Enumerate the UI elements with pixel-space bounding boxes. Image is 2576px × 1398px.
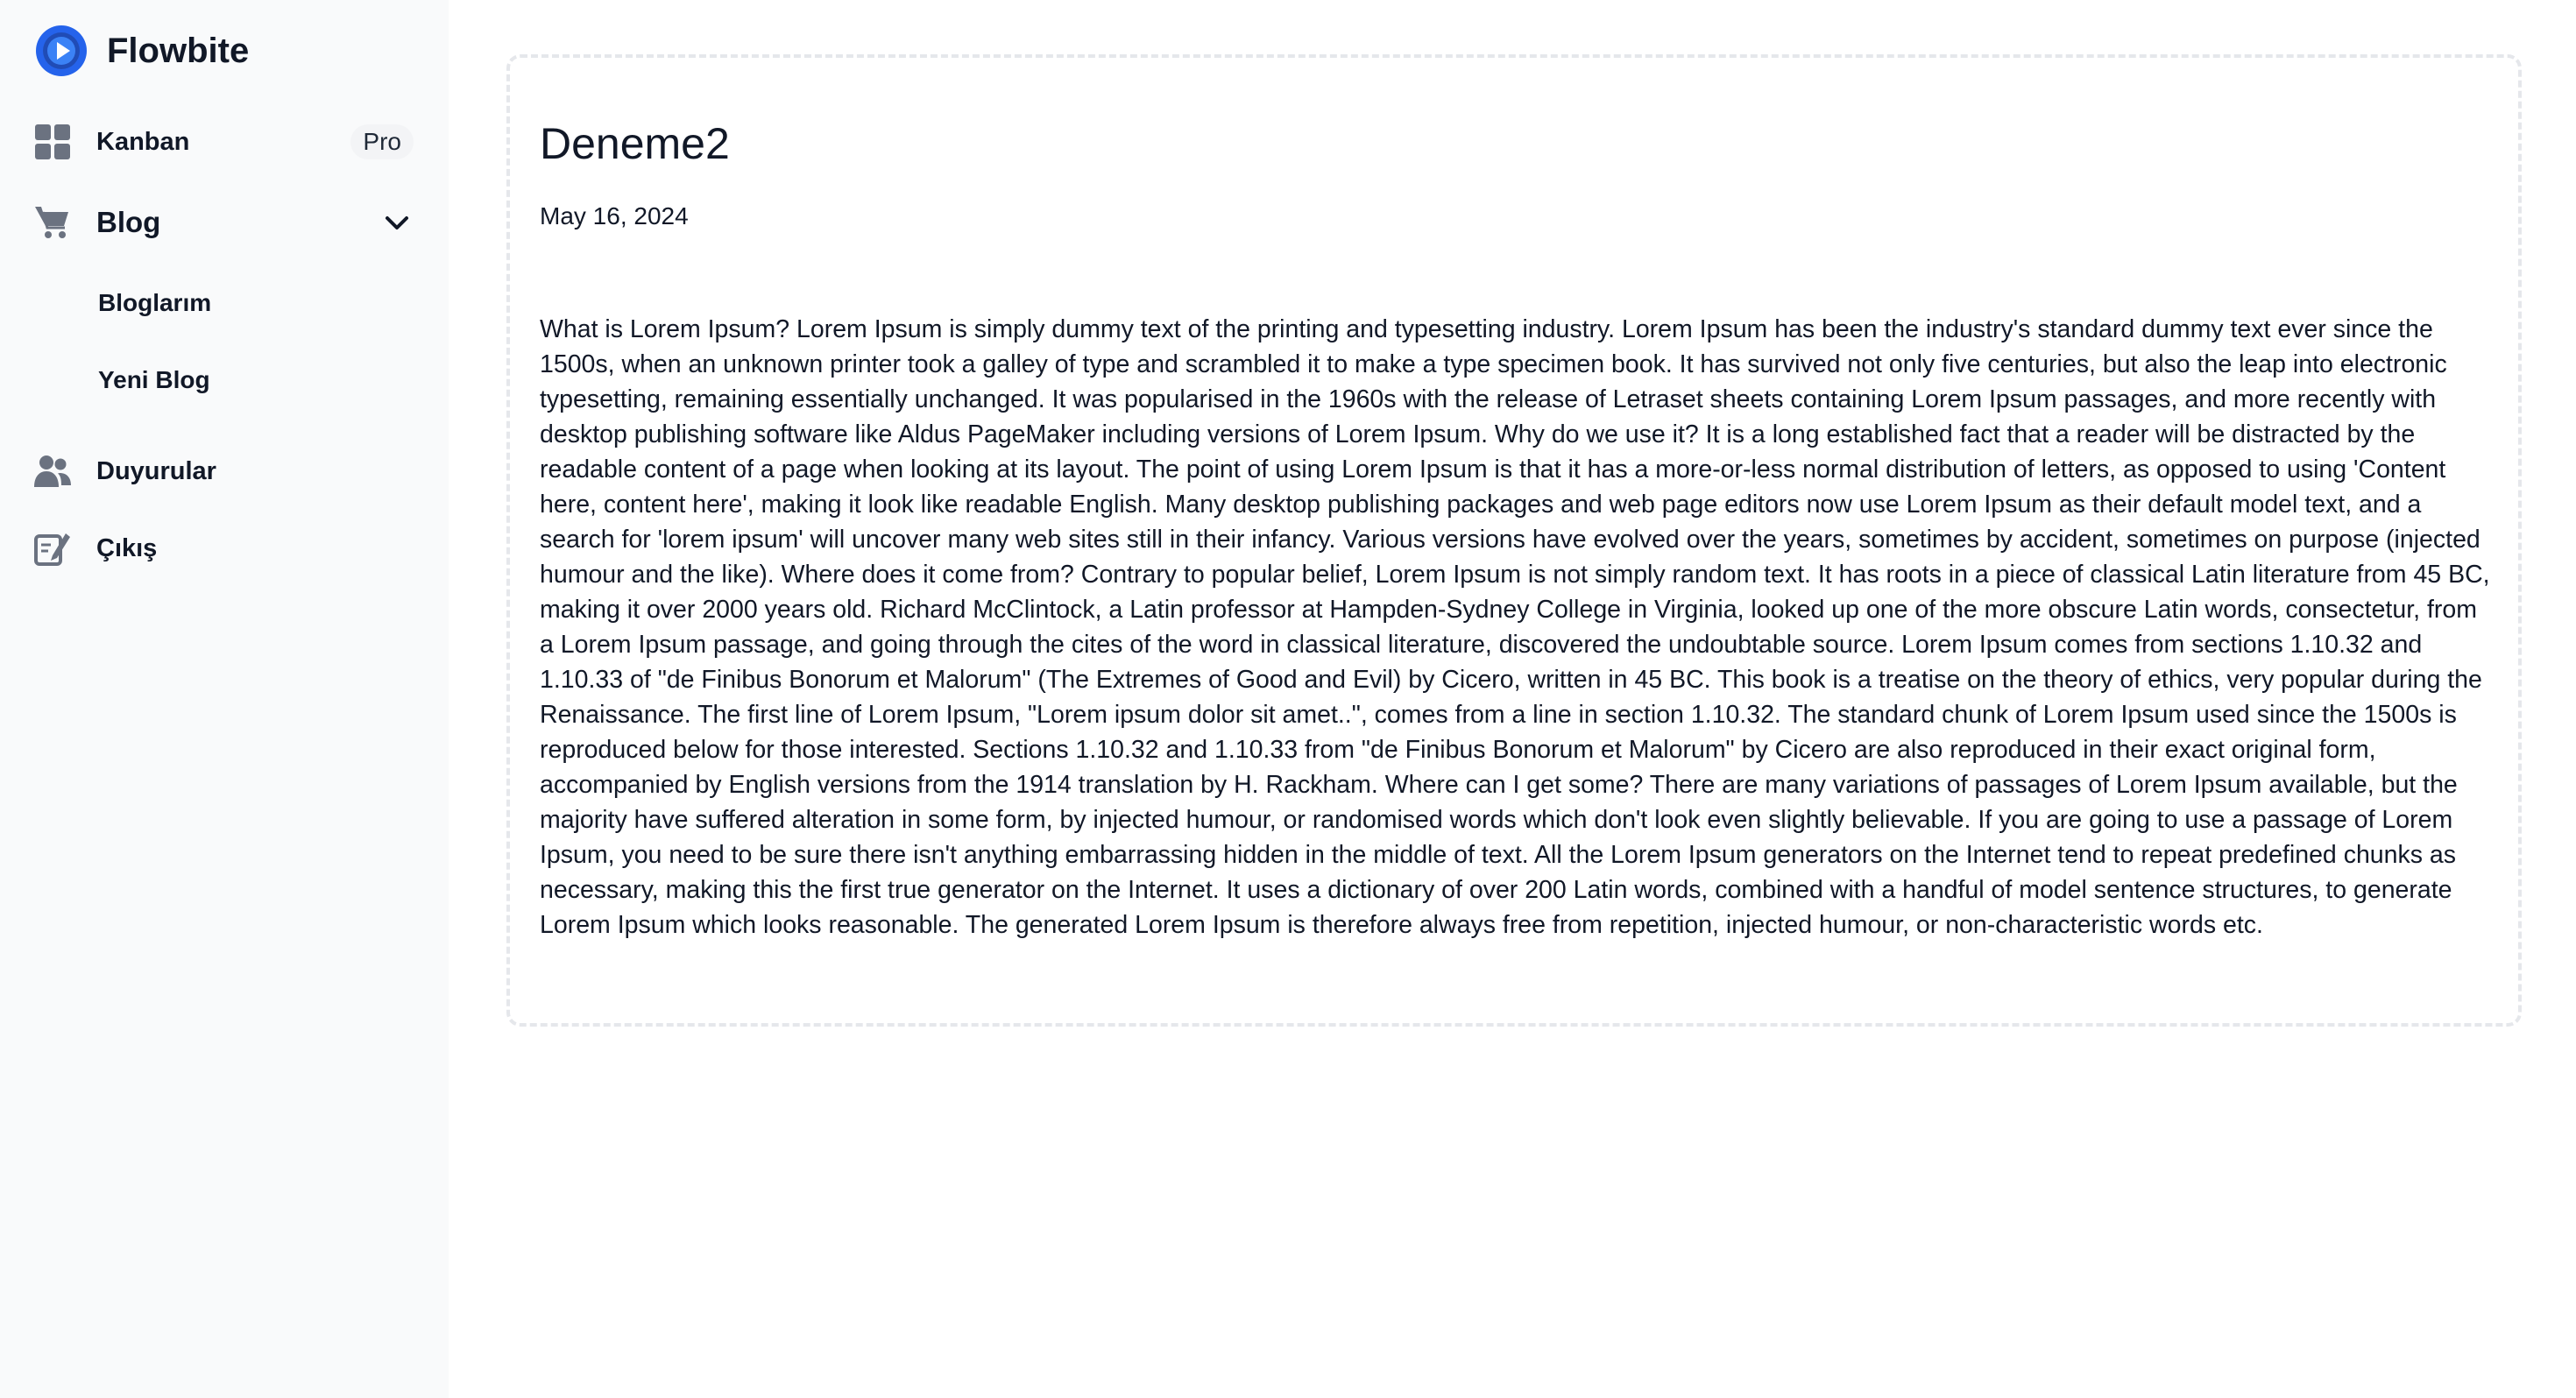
sidebar-item-cikis[interactable]: Çıkış — [28, 513, 421, 583]
users-icon — [33, 452, 72, 491]
post-title: Deneme2 — [540, 119, 730, 168]
sidebar-item-label: Çıkış — [96, 533, 158, 562]
edit-icon — [33, 529, 72, 568]
sidebar-subitem-bloglarim[interactable]: Bloglarım — [28, 270, 421, 336]
sidebar-subitem-yeni-blog[interactable]: Yeni Blog — [28, 347, 421, 413]
chevron-down-icon[interactable] — [382, 208, 412, 238]
brand[interactable]: Flowbite — [35, 25, 249, 77]
sidebar-item-label: Blog — [96, 206, 161, 238]
blog-post-card: Deneme2 May 16, 2024 What is Lorem Ipsum… — [506, 54, 2522, 1027]
pro-badge: Pro — [350, 124, 414, 159]
grid-icon — [33, 123, 72, 161]
sidebar-item-duyurular[interactable]: Duyurular — [28, 436, 421, 506]
play-circle-logo-icon — [36, 25, 87, 76]
cart-icon — [33, 203, 72, 242]
sidebar: Flowbite Kanban Pro Blog Bloglarım Yeni … — [0, 0, 449, 1398]
sidebar-item-kanban[interactable]: Kanban Pro — [28, 107, 421, 177]
brand-name: Flowbite — [107, 32, 250, 70]
sidebar-item-label: Kanban — [96, 127, 190, 156]
post-date: May 16, 2024 — [540, 202, 689, 229]
sidebar-item-label: Duyurular — [96, 456, 216, 485]
sidebar-item-blog[interactable]: Blog — [28, 187, 421, 258]
post-body: What is Lorem Ipsum? Lorem Ipsum is simp… — [540, 315, 2490, 939]
